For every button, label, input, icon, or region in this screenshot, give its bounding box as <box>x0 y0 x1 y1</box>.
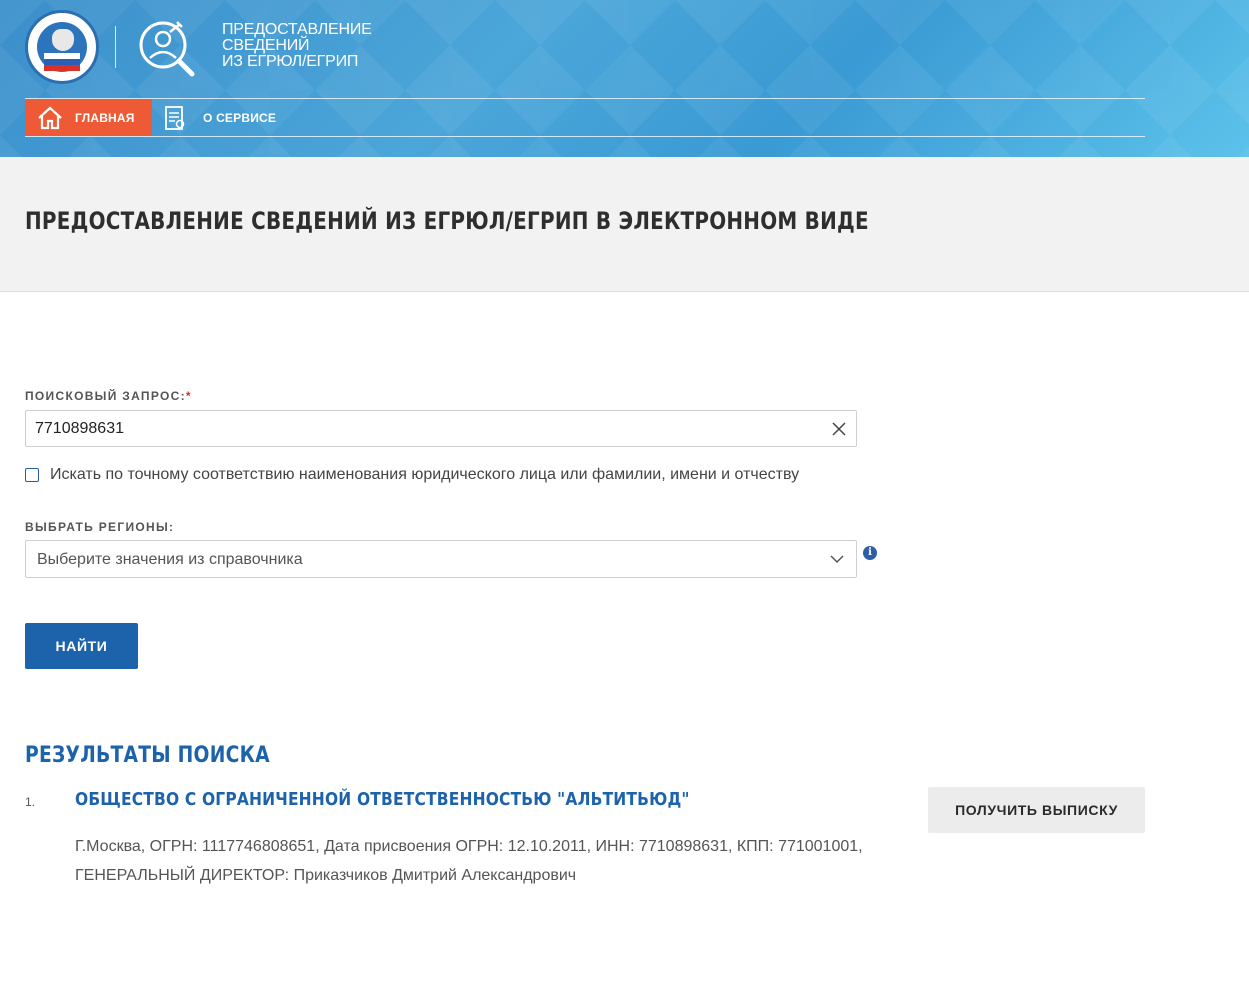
exact-match-row: Искать по точному соответствию наименова… <box>25 466 799 484</box>
regions-label: ВЫБРАТЬ РЕГИОНЫ: <box>25 520 175 534</box>
home-icon <box>38 106 62 129</box>
flag-stripe-red <box>44 65 80 71</box>
service-title-line-2: СВЕДЕНИЙ <box>222 37 310 54</box>
nav-about-tab[interactable]: О СЕРВИСЕ <box>163 99 276 136</box>
result-company-name-link[interactable]: ОБЩЕСТВО С ОГРАНИЧЕННОЙ ОТВЕТСТВЕННОСТЬЮ… <box>75 789 690 810</box>
info-icon[interactable]: i <box>863 546 877 560</box>
nav-home-tab[interactable]: ГЛАВНАЯ <box>25 99 152 136</box>
chevron-down-icon <box>830 555 844 564</box>
exact-match-checkbox[interactable] <box>25 468 39 482</box>
get-extract-button[interactable]: ПОЛУЧИТЬ ВЫПИСКУ <box>928 787 1145 833</box>
nav-divider-bottom <box>25 136 1145 137</box>
eagle-icon <box>52 29 74 51</box>
results-title: РЕЗУЛЬТАТЫ ПОИСКА <box>25 743 270 768</box>
nav-home-label: ГЛАВНАЯ <box>75 110 135 125</box>
result-details: Г.Москва, ОГРН: 1117746808651, Дата прис… <box>75 832 915 890</box>
nav-about-label: О СЕРВИСЕ <box>203 110 277 125</box>
fns-emblem-logo[interactable] <box>25 10 99 84</box>
page-title: ПРЕДОСТАВЛЕНИЕ СВЕДЕНИЙ ИЗ ЕГРЮЛ/ЕГРИП В… <box>25 207 869 235</box>
clear-icon[interactable] <box>831 421 847 437</box>
document-icon <box>165 105 185 130</box>
service-person-wrench-icon[interactable] <box>136 18 198 80</box>
regions-select[interactable]: Выберите значения из справочника <box>25 540 857 578</box>
query-field <box>25 410 857 447</box>
service-title-line-1: ПРЕДОСТАВЛЕНИЕ <box>222 21 372 38</box>
service-title: ПРЕДОСТАВЛЕНИЕ СВЕДЕНИЙ ИЗ ЕГРЮЛ/ЕГРИП <box>222 22 422 70</box>
exact-match-label[interactable]: Искать по точному соответствию наименова… <box>50 466 799 484</box>
regions-select-value: Выберите значения из справочника <box>37 551 303 568</box>
search-input[interactable] <box>35 411 815 446</box>
site-header: ПРЕДОСТАВЛЕНИЕ СВЕДЕНИЙ ИЗ ЕГРЮЛ/ЕГРИП Г… <box>0 0 1249 157</box>
result-details-line-2: ГЕНЕРАЛЬНЫЙ ДИРЕКТОР: Приказчиков Дмитри… <box>75 867 577 884</box>
find-button[interactable]: НАЙТИ <box>25 623 138 669</box>
required-mark: * <box>185 389 192 403</box>
logo-divider <box>115 26 116 68</box>
result-details-line-1: Г.Москва, ОГРН: 1117746808651, Дата прис… <box>75 838 863 855</box>
result-number: 1. <box>25 795 36 809</box>
service-title-line-3: ИЗ ЕГРЮЛ/ЕГРИП <box>222 53 359 70</box>
query-label: ПОИСКОВЫЙ ЗАПРОС:* <box>25 389 192 403</box>
query-label-text: ПОИСКОВЫЙ ЗАПРОС: <box>25 389 186 403</box>
